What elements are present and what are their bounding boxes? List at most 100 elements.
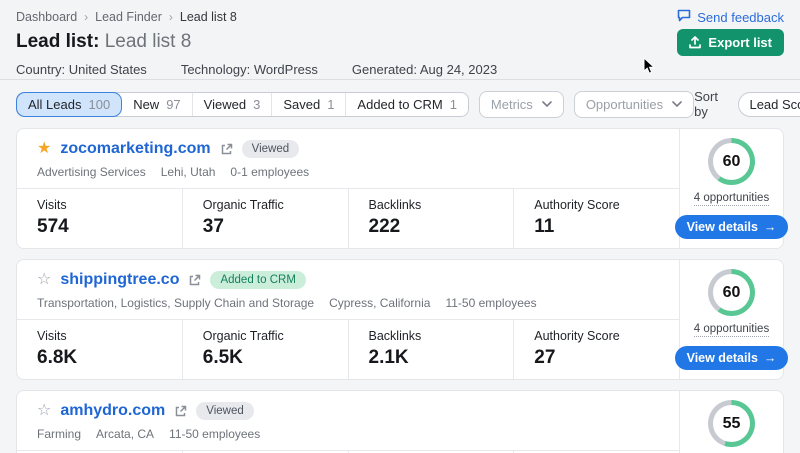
lead-location: Lehi, Utah bbox=[161, 165, 216, 179]
lead-description: Farming Arcata, CA 11-50 employees bbox=[37, 427, 659, 441]
external-link-icon[interactable] bbox=[188, 274, 201, 287]
meta-technology: Technology: WordPress bbox=[181, 62, 318, 77]
lead-employees: 11-50 employees bbox=[445, 296, 536, 310]
tab-viewed[interactable]: Viewed 3 bbox=[192, 93, 272, 116]
star-toggle-icon[interactable]: ☆ bbox=[37, 272, 51, 288]
lead-domain-link[interactable]: shippingtree.co bbox=[60, 271, 179, 289]
sort-select-value: Lead Score bbox=[749, 97, 800, 112]
lead-industry: Advertising Services bbox=[37, 165, 146, 179]
tab-viewed-label: Viewed bbox=[204, 97, 246, 112]
chevron-down-icon bbox=[542, 101, 552, 107]
lead-employees: 0-1 employees bbox=[230, 165, 309, 179]
lead-card-rail: 60 4 opportunities View details → bbox=[679, 129, 783, 248]
opportunities-dropdown-label: Opportunities bbox=[586, 97, 663, 112]
sort-select[interactable]: Lead Score bbox=[738, 92, 800, 117]
lead-cards-list: ★ zocomarketing.com Viewed Advertising S… bbox=[0, 119, 800, 453]
view-details-button[interactable]: View details → bbox=[675, 215, 789, 239]
send-feedback-link[interactable]: Send feedback bbox=[677, 9, 784, 25]
lead-description: Transportation, Logistics, Supply Chain … bbox=[37, 296, 659, 310]
metric-value-authority-score: 11 bbox=[534, 216, 671, 238]
export-list-label: Export list bbox=[708, 35, 772, 50]
page-title-value: Lead list 8 bbox=[105, 31, 192, 52]
metric-value-authority-score: 27 bbox=[534, 347, 671, 369]
tab-new-label: New bbox=[133, 97, 159, 112]
opportunities-link[interactable]: 4 opportunities bbox=[694, 192, 769, 206]
metrics-dropdown[interactable]: Metrics bbox=[479, 91, 564, 118]
lead-score-donut: 60 bbox=[708, 138, 755, 185]
arrow-right-icon: → bbox=[764, 351, 777, 365]
lead-card-header: ☆ shippingtree.co Added to CRM Transport… bbox=[17, 260, 679, 319]
export-list-button[interactable]: Export list bbox=[677, 29, 784, 56]
lead-score-value: 60 bbox=[713, 274, 750, 311]
view-details-label: View details bbox=[687, 351, 758, 365]
external-link-icon[interactable] bbox=[220, 143, 233, 156]
tab-all-leads-label: All Leads bbox=[28, 97, 81, 112]
metric-label-backlinks: Backlinks bbox=[369, 329, 506, 343]
breadcrumb-lead-finder[interactable]: Lead Finder bbox=[95, 10, 162, 24]
lead-domain-link[interactable]: amhydro.com bbox=[60, 402, 165, 420]
tab-all-leads[interactable]: All Leads 100 bbox=[17, 93, 121, 116]
tab-new[interactable]: New 97 bbox=[121, 93, 191, 116]
meta-generated: Generated: Aug 24, 2023 bbox=[352, 62, 497, 77]
leads-filter-tabs: All Leads 100 New 97 Viewed 3 Saved 1 Ad… bbox=[16, 92, 469, 117]
lead-card-rail: 55 3 opportunities View details → bbox=[679, 391, 783, 453]
tab-new-count: 97 bbox=[166, 97, 180, 112]
metric-value-visits: 6.8K bbox=[37, 347, 174, 369]
export-upload-icon bbox=[689, 36, 701, 49]
metric-value-organic-traffic: 6.5K bbox=[203, 347, 340, 369]
tab-all-leads-count: 100 bbox=[88, 97, 110, 112]
lead-card: ☆ shippingtree.co Added to CRM Transport… bbox=[16, 259, 784, 380]
view-details-label: View details bbox=[687, 220, 758, 234]
lead-location: Arcata, CA bbox=[96, 427, 154, 441]
lead-card-header: ☆ amhydro.com Viewed Farming Arcata, CA … bbox=[17, 391, 679, 450]
metric-value-organic-traffic: 37 bbox=[203, 216, 340, 238]
tab-added-to-crm[interactable]: Added to CRM 1 bbox=[345, 93, 468, 116]
tab-saved-label: Saved bbox=[283, 97, 320, 112]
chevron-right-icon: › bbox=[84, 10, 88, 24]
lead-location: Cypress, California bbox=[329, 296, 430, 310]
lead-card-main: ★ zocomarketing.com Viewed Advertising S… bbox=[17, 129, 679, 248]
lead-card-main: ☆ shippingtree.co Added to CRM Transport… bbox=[17, 260, 679, 379]
external-link-icon[interactable] bbox=[174, 405, 187, 418]
arrow-right-icon: → bbox=[764, 220, 777, 234]
breadcrumb-dashboard[interactable]: Dashboard bbox=[16, 10, 77, 24]
lead-card: ☆ amhydro.com Viewed Farming Arcata, CA … bbox=[16, 390, 784, 453]
metric-value-backlinks: 222 bbox=[369, 216, 506, 238]
list-meta: Country: United States Technology: WordP… bbox=[16, 62, 784, 77]
metric-label-organic-traffic: Organic Traffic bbox=[203, 198, 340, 212]
lead-domain-link[interactable]: zocomarketing.com bbox=[60, 140, 210, 158]
feedback-bubble-icon bbox=[677, 9, 691, 25]
metric-label-authority-score: Authority Score bbox=[534, 329, 671, 343]
lead-industry: Transportation, Logistics, Supply Chain … bbox=[37, 296, 314, 310]
tab-added-to-crm-count: 1 bbox=[450, 97, 457, 112]
metric-label-visits: Visits bbox=[37, 329, 174, 343]
breadcrumb: Dashboard › Lead Finder › Lead list 8 bbox=[16, 10, 784, 24]
send-feedback-label: Send feedback bbox=[697, 10, 784, 25]
metric-label-authority-score: Authority Score bbox=[534, 198, 671, 212]
metric-label-visits: Visits bbox=[37, 198, 174, 212]
lead-score-donut: 60 bbox=[708, 269, 755, 316]
lead-card-main: ☆ amhydro.com Viewed Farming Arcata, CA … bbox=[17, 391, 679, 453]
metric-label-backlinks: Backlinks bbox=[369, 198, 506, 212]
status-badge: Viewed bbox=[242, 140, 300, 158]
filter-toolbar: All Leads 100 New 97 Viewed 3 Saved 1 Ad… bbox=[0, 80, 800, 119]
metric-value-visits: 574 bbox=[37, 216, 174, 238]
opportunities-dropdown[interactable]: Opportunities bbox=[574, 91, 694, 118]
tab-added-to-crm-label: Added to CRM bbox=[357, 97, 442, 112]
tab-saved[interactable]: Saved 1 bbox=[271, 93, 345, 116]
chevron-down-icon bbox=[672, 101, 682, 107]
lead-description: Advertising Services Lehi, Utah 0-1 empl… bbox=[37, 165, 659, 179]
chevron-right-icon: › bbox=[169, 10, 173, 24]
opportunities-link[interactable]: 4 opportunities bbox=[694, 323, 769, 337]
metric-value-backlinks: 2.1K bbox=[369, 347, 506, 369]
star-toggle-icon[interactable]: ☆ bbox=[37, 403, 51, 419]
lead-score-donut: 55 bbox=[708, 400, 755, 447]
view-details-button[interactable]: View details → bbox=[675, 346, 789, 370]
status-badge: Viewed bbox=[196, 402, 254, 420]
sort-controls: Sort by Lead Score bbox=[694, 89, 800, 119]
metrics-dropdown-label: Metrics bbox=[491, 97, 533, 112]
star-toggle-icon[interactable]: ★ bbox=[37, 141, 51, 157]
lead-employees: 11-50 employees bbox=[169, 427, 260, 441]
lead-score-value: 60 bbox=[713, 143, 750, 180]
lead-card-header: ★ zocomarketing.com Viewed Advertising S… bbox=[17, 129, 679, 188]
